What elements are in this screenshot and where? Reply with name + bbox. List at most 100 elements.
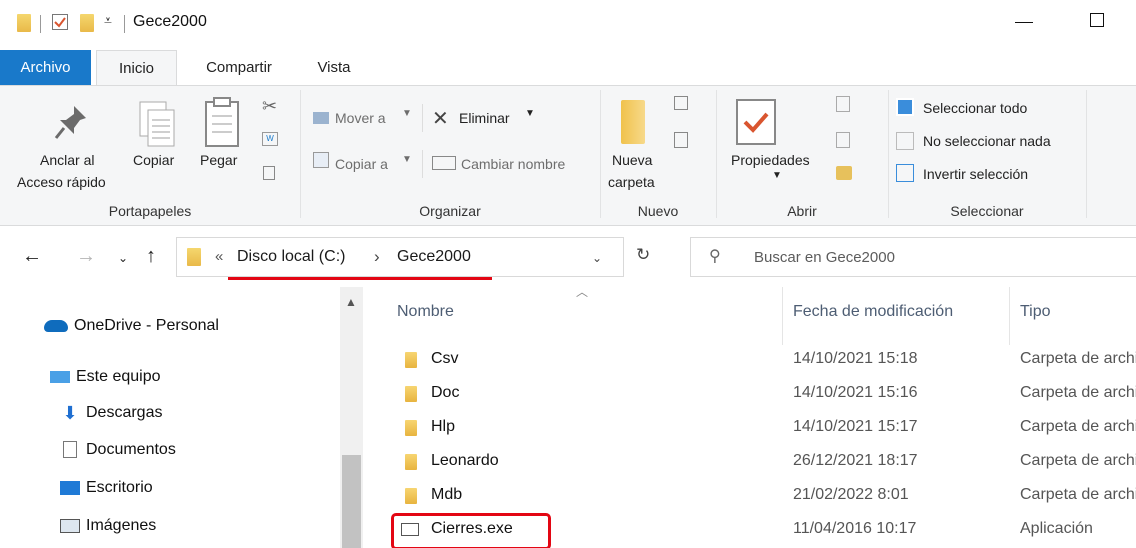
new-item-icon[interactable] bbox=[674, 96, 688, 110]
column-header-nombre[interactable]: Nombre bbox=[397, 303, 454, 321]
edit-icon[interactable] bbox=[836, 132, 850, 148]
folder-icon bbox=[405, 454, 417, 470]
nav-item-imagenes[interactable]: Imágenes bbox=[60, 511, 156, 541]
address-bar[interactable]: « Disco local (C:) › Gece2000 ⌄ bbox=[176, 237, 624, 277]
pin-icon bbox=[54, 106, 86, 139]
copy-label: Copiar bbox=[133, 152, 175, 168]
open-icon[interactable] bbox=[836, 96, 850, 112]
file-date: 14/10/2021 15:16 bbox=[793, 384, 918, 401]
history-icon[interactable] bbox=[836, 166, 852, 180]
tab-vista[interactable]: Vista bbox=[298, 50, 370, 85]
nav-item-descargas[interactable]: ⬇ Descargas bbox=[60, 398, 162, 428]
title-bar: ⩡ Gece2000 bbox=[0, 0, 1136, 50]
separator bbox=[124, 15, 125, 33]
column-header-tipo[interactable]: Tipo bbox=[1020, 303, 1051, 321]
group-label-organizar: Organizar bbox=[419, 203, 481, 219]
delete-label: Eliminar bbox=[459, 110, 510, 126]
column-separator[interactable] bbox=[782, 287, 783, 345]
nav-item-label: Este equipo bbox=[76, 368, 161, 385]
ribbon: Anclar al Acceso rápido Copiar Pegar ✂ W… bbox=[0, 85, 1136, 226]
move-icon bbox=[313, 112, 329, 124]
desktop-icon bbox=[60, 480, 80, 495]
nav-item-label: Imágenes bbox=[86, 517, 157, 534]
forward-arrow-icon[interactable]: → bbox=[76, 245, 96, 268]
chevron-down-icon[interactable]: ⌄ bbox=[592, 251, 602, 265]
group-separator bbox=[1086, 90, 1087, 218]
breadcrumb-disco-local[interactable]: Disco local (C:) bbox=[237, 248, 345, 266]
group-label-seleccionar: Seleccionar bbox=[950, 203, 1024, 219]
paste-label: Pegar bbox=[200, 152, 238, 168]
nav-item-onedrive[interactable]: OneDrive - Personal bbox=[44, 311, 219, 341]
search-placeholder: Buscar en Gece2000 bbox=[754, 249, 895, 266]
maximize-button[interactable] bbox=[1090, 13, 1104, 27]
search-box[interactable]: ⚲ Buscar en Gece2000 bbox=[690, 237, 1136, 277]
nav-scrollbar-thumb[interactable] bbox=[342, 455, 361, 548]
file-name: Csv bbox=[431, 350, 459, 367]
easy-access-icon[interactable] bbox=[674, 132, 688, 148]
file-list: ︿ Nombre Fecha de modificación Tipo Csv … bbox=[365, 287, 1136, 548]
nav-item-este-equipo[interactable]: Este equipo bbox=[50, 362, 161, 392]
cloud-icon bbox=[44, 319, 68, 332]
pin-label-1: Anclar al bbox=[40, 152, 95, 168]
table-row[interactable]: Doc 14/10/2021 15:16 Carpeta de archivos bbox=[365, 378, 1136, 412]
sort-ascending-icon: ︿ bbox=[576, 287, 589, 299]
minimize-button[interactable] bbox=[1015, 22, 1033, 23]
breadcrumb-separator[interactable]: › bbox=[374, 247, 380, 267]
folder-icon bbox=[405, 386, 417, 402]
copy-to-icon bbox=[313, 152, 329, 168]
folder-icon bbox=[187, 248, 201, 266]
cut-icon[interactable]: ✂ bbox=[262, 96, 277, 117]
copy-path-icon[interactable]: W bbox=[262, 132, 278, 146]
column-header-fecha[interactable]: Fecha de modificación bbox=[793, 303, 953, 321]
select-none-icon bbox=[896, 132, 914, 150]
column-separator[interactable] bbox=[1009, 287, 1010, 345]
nav-item-documentos[interactable]: Documentos bbox=[60, 435, 176, 465]
group-separator bbox=[888, 90, 889, 218]
download-arrow-icon: ⬇ bbox=[62, 403, 78, 423]
table-row[interactable]: Mdb 21/02/2022 8:01 Carpeta de archivos bbox=[365, 480, 1136, 514]
nav-item-label: OneDrive - Personal bbox=[74, 317, 219, 334]
overflow-chevron-icon[interactable]: « bbox=[215, 248, 223, 265]
search-icon: ⚲ bbox=[709, 248, 721, 265]
file-type: Carpeta de archivos bbox=[1020, 350, 1136, 367]
table-row[interactable]: Hlp 14/10/2021 15:17 Carpeta de archivos bbox=[365, 412, 1136, 446]
table-row[interactable]: Leonardo 26/12/2021 18:17 Carpeta de arc… bbox=[365, 446, 1136, 480]
invert-selection-label: Invertir selección bbox=[923, 166, 1029, 182]
paste-icon bbox=[205, 97, 239, 147]
tab-compartir[interactable]: Compartir bbox=[190, 50, 288, 85]
annotation-underline bbox=[228, 277, 492, 280]
customize-quick-access-icon[interactable]: ⩡ bbox=[104, 12, 112, 29]
dropdown-arrow-icon: ▼ bbox=[402, 108, 412, 119]
folder-icon bbox=[17, 14, 31, 32]
properties-quick-access-icon[interactable] bbox=[52, 14, 68, 30]
tab-inicio[interactable]: Inicio bbox=[96, 50, 177, 85]
scroll-up-icon[interactable]: ▲ bbox=[345, 295, 357, 309]
group-separator bbox=[300, 90, 301, 218]
recent-locations-chevron-icon[interactable]: ⌄ bbox=[118, 251, 128, 265]
folder-icon bbox=[405, 352, 417, 368]
move-label: Mover a bbox=[335, 110, 386, 126]
tab-archivo[interactable]: Archivo bbox=[0, 50, 91, 85]
paste-shortcut-icon[interactable] bbox=[263, 166, 275, 180]
new-folder-quick-access-icon[interactable] bbox=[80, 14, 94, 32]
refresh-icon[interactable]: ↻ bbox=[636, 245, 650, 265]
select-all-label: Seleccionar todo bbox=[923, 100, 1028, 116]
select-all-icon bbox=[896, 98, 914, 116]
group-separator bbox=[716, 90, 717, 218]
file-name: Leonardo bbox=[431, 452, 499, 469]
file-name: Hlp bbox=[431, 418, 456, 435]
file-date: 14/10/2021 15:18 bbox=[793, 350, 918, 367]
nav-item-escritorio[interactable]: Escritorio bbox=[60, 473, 153, 503]
back-arrow-icon[interactable]: ← bbox=[22, 245, 42, 268]
file-name: Doc bbox=[431, 384, 460, 401]
file-date: 21/02/2022 8:01 bbox=[793, 486, 909, 503]
group-label-nuevo: Nuevo bbox=[637, 203, 679, 219]
file-type: Aplicación bbox=[1020, 520, 1093, 537]
annotation-highlight-box bbox=[391, 513, 551, 548]
breadcrumb-gece2000[interactable]: Gece2000 bbox=[397, 248, 471, 266]
file-type: Carpeta de archivos bbox=[1020, 452, 1136, 469]
copy-icon bbox=[139, 101, 175, 147]
separator bbox=[40, 15, 41, 33]
table-row[interactable]: Csv 14/10/2021 15:18 Carpeta de archivos bbox=[365, 344, 1136, 378]
up-arrow-icon[interactable]: ↑ bbox=[146, 245, 156, 268]
